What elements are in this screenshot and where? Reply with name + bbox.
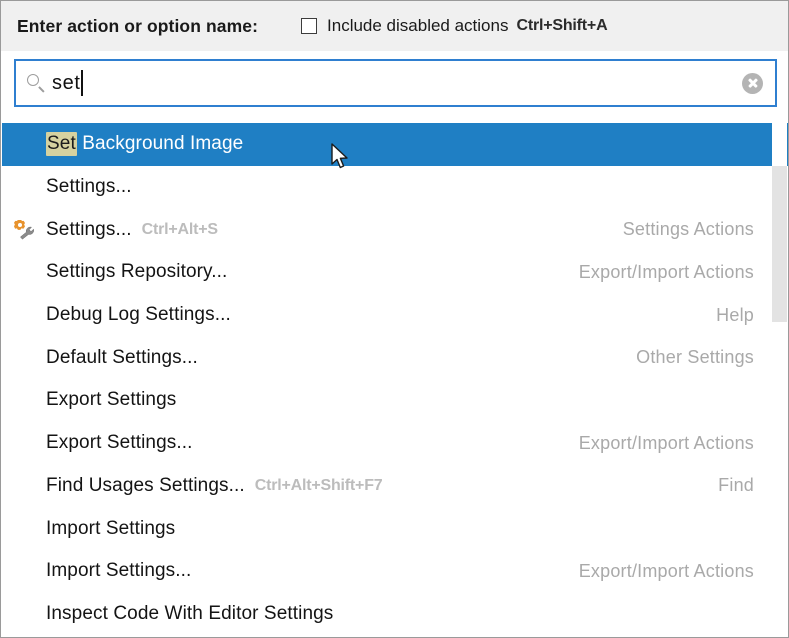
list-item-icon-placeholder — [10, 387, 46, 413]
list-item-label: Settings Repository... — [46, 261, 228, 283]
include-disabled-actions-checkbox[interactable] — [301, 18, 318, 34]
list-item-icon-placeholder — [10, 601, 46, 627]
include-disabled-actions-label: Include disabled actions — [327, 16, 509, 35]
list-item-label: Import Settings... — [46, 560, 192, 582]
list-item-label: Export Settings... — [46, 432, 193, 454]
match-highlight: Set — [46, 132, 77, 157]
list-item-label: Settings... — [46, 218, 132, 240]
list-item[interactable]: Set Background Image — [2, 123, 788, 166]
list-item-icon-placeholder — [10, 473, 46, 499]
list-item[interactable]: Debug Log Settings... Help — [2, 294, 788, 337]
scrollbar-thumb[interactable] — [772, 166, 787, 322]
list-item-group-label: Settings Actions — [622, 219, 754, 240]
list-item-icon-placeholder — [10, 302, 46, 328]
list-item-label: Default Settings... — [46, 346, 198, 368]
list-item-icon-placeholder — [10, 259, 46, 285]
list-item-shortcut: Ctrl+Alt+Shift+F7 — [254, 476, 383, 494]
list-item-shortcut: Ctrl+Alt+S — [141, 220, 218, 238]
gear-wrench-icon — [10, 217, 46, 243]
header-options: Include disabled actions Ctrl+Shift+A — [301, 16, 774, 36]
list-item[interactable]: Settings... — [2, 166, 788, 209]
clear-search-icon[interactable] — [742, 72, 763, 94]
list-item[interactable]: Find Usages Settings... Ctrl+Alt+Shift+F7… — [2, 465, 788, 508]
list-item-label: Debug Log Settings... — [46, 304, 231, 326]
search-icon — [26, 73, 46, 93]
list-item[interactable]: Settings... Ctrl+Alt+S Settings Actions — [2, 208, 788, 251]
list-item[interactable]: Default Settings... Other Settings — [2, 336, 788, 379]
list-item[interactable]: Settings Repository... Export/Import Acti… — [2, 251, 788, 294]
popup-header: Enter action or option name: Include dis… — [1, 1, 788, 51]
list-item-label: Find Usages Settings... — [46, 474, 245, 496]
list-item-icon-placeholder — [10, 131, 46, 157]
list-item-label: Set Background Image — [46, 132, 244, 157]
list-item-group-label: Help — [716, 304, 754, 325]
text-caret — [81, 70, 84, 96]
page-title: Enter action or option name: — [17, 15, 259, 36]
list-item[interactable]: Export Settings... Export/Import Actions — [2, 422, 788, 465]
list-item-label: Inspect Code With Editor Settings — [46, 602, 334, 624]
list-item-icon-placeholder — [10, 174, 46, 200]
list-item[interactable]: Import Settings... Export/Import Actions — [2, 550, 788, 593]
list-item-group-label: Export/Import Actions — [578, 432, 754, 453]
list-item-icon-placeholder — [10, 430, 46, 456]
list-item[interactable]: Inspect Code With Editor Settings — [2, 593, 788, 636]
list-item-label: Export Settings — [46, 389, 177, 411]
list-item-icon-placeholder — [10, 558, 46, 584]
list-item[interactable]: Import Settings — [2, 507, 788, 550]
goto-action-popup: Enter action or option name: Include dis… — [0, 0, 789, 638]
list-item-icon-placeholder — [10, 345, 46, 371]
list-item-group-label: Export/Import Actions — [578, 261, 754, 282]
list-item-label: Import Settings — [46, 517, 176, 539]
search-field[interactable]: set — [14, 59, 777, 107]
list-item-label: Settings... — [46, 176, 132, 198]
list-item-icon-placeholder — [10, 516, 46, 542]
list-item-group-label: Export/Import Actions — [578, 560, 754, 581]
list-item-label-rest: Background Image — [76, 133, 244, 155]
results-list[interactable]: Set Background Image Settings... Settings.… — [2, 123, 788, 637]
list-item[interactable]: Export Settings — [2, 379, 788, 422]
search-input[interactable]: set — [52, 72, 80, 95]
list-item-group-label: Other Settings — [636, 347, 754, 368]
header-shortcut-hint: Ctrl+Shift+A — [516, 17, 608, 34]
list-item-group-label: Find — [718, 475, 754, 496]
